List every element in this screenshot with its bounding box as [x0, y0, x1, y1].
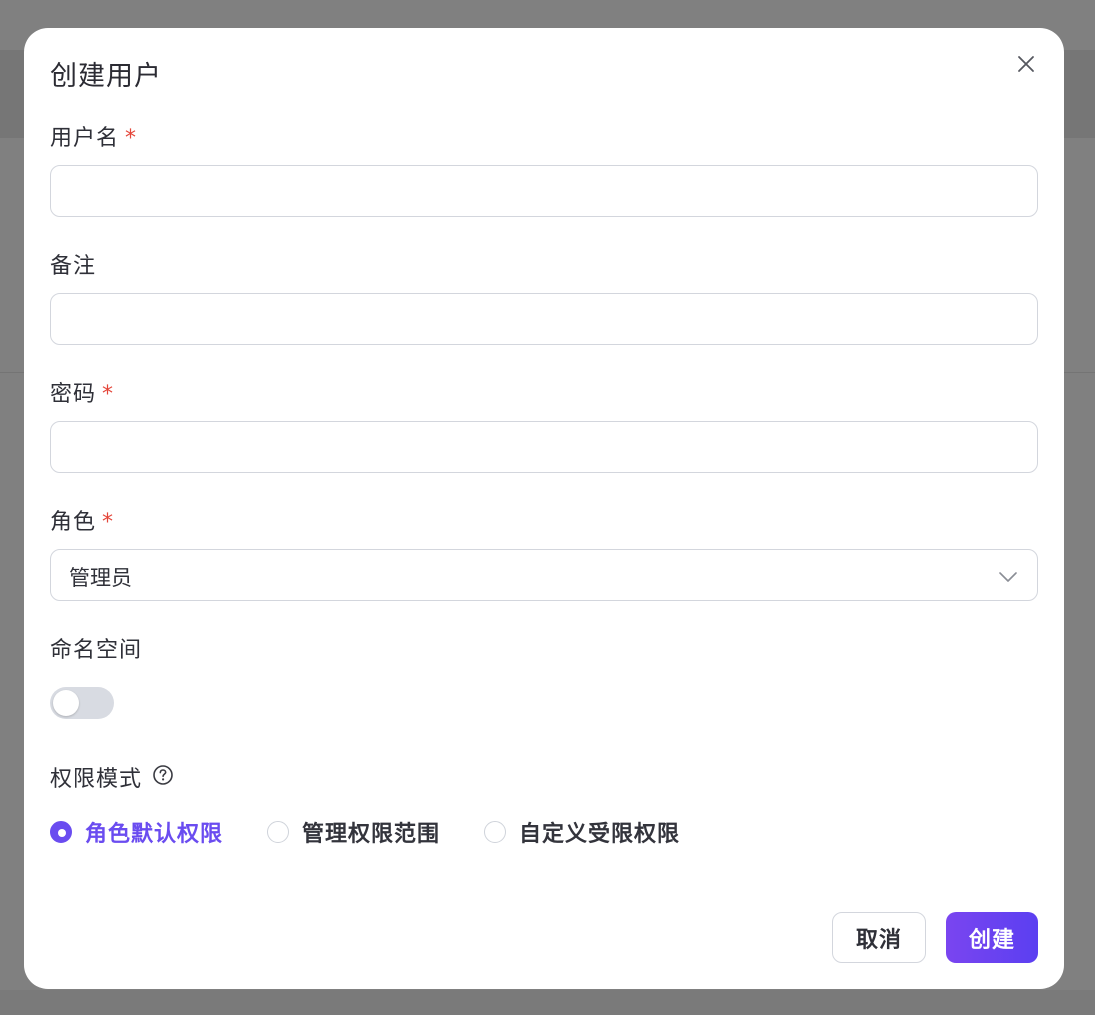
role-select[interactable]: 管理员: [50, 549, 1038, 601]
permission-mode-label: 权限模式: [50, 761, 142, 793]
cancel-button[interactable]: 取消: [832, 912, 926, 963]
required-mark: *: [102, 382, 115, 407]
remark-label: 备注: [50, 248, 96, 280]
role-label-text: 角色: [50, 510, 97, 535]
username-input[interactable]: [50, 165, 1038, 217]
namespace-label: 命名空间: [50, 632, 142, 664]
namespace-label-text: 命名空间: [50, 638, 143, 663]
remark-label-text: 备注: [50, 254, 97, 279]
role-select-value: 管理员: [69, 566, 132, 590]
toggle-knob: [53, 690, 79, 716]
radio-button[interactable]: [267, 821, 289, 843]
radio-role-default[interactable]: 角色默认权限: [50, 816, 223, 848]
question-circle-icon[interactable]: [152, 764, 174, 786]
required-mark: *: [102, 510, 115, 535]
radio-label: 角色默认权限: [85, 822, 224, 847]
create-user-dialog: 创建用户 用户名 * 备注 密码 * 角色 * 管理员 命名空间 权限模式 角色…: [24, 28, 1064, 989]
remark-input[interactable]: [50, 293, 1038, 345]
dialog-title: 创建用户: [50, 61, 162, 92]
username-label-text: 用户名: [50, 126, 120, 151]
permission-mode-label-text: 权限模式: [50, 767, 143, 792]
radio-label: 自定义受限权限: [519, 822, 681, 847]
create-button[interactable]: 创建: [946, 912, 1038, 963]
password-input[interactable]: [50, 421, 1038, 473]
close-icon: [1018, 56, 1034, 72]
radio-custom-limited[interactable]: 自定义受限权限: [484, 816, 680, 848]
password-label-text: 密码: [50, 382, 97, 407]
background-footer: [0, 990, 1095, 1015]
password-label: 密码 *: [50, 376, 114, 408]
namespace-toggle[interactable]: [50, 687, 114, 719]
radio-label: 管理权限范围: [302, 822, 441, 847]
radio-button-checked[interactable]: [50, 821, 72, 843]
chevron-down-icon: [999, 572, 1017, 582]
radio-manage-scope[interactable]: 管理权限范围: [267, 816, 440, 848]
username-label: 用户名 *: [50, 120, 137, 152]
required-mark: *: [125, 126, 138, 151]
role-label: 角色 *: [50, 504, 114, 536]
close-button[interactable]: [1012, 50, 1040, 78]
radio-button[interactable]: [484, 821, 506, 843]
